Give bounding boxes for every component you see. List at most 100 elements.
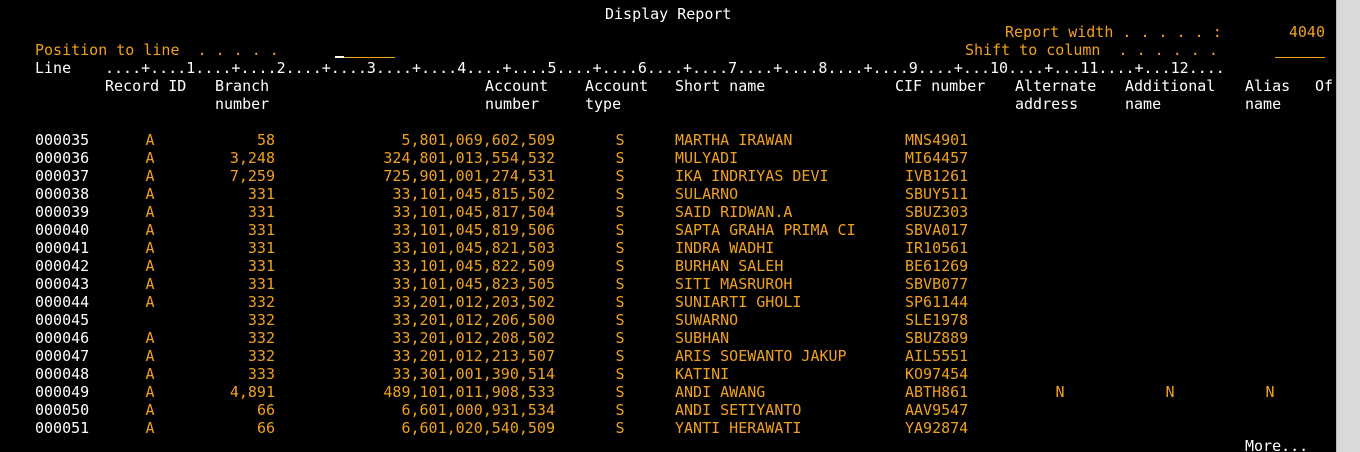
row-account-number: 5,801,069,602,509 xyxy=(401,131,555,149)
row-branch-number: 333 xyxy=(247,365,275,383)
row-short-name: SUWARNO xyxy=(675,311,739,329)
row-branch-number: 331 xyxy=(247,221,275,239)
table-row: 000037 A 7,259 725,901,001,274,531 S IKA INDR… xyxy=(0,167,1336,185)
row-short-name: BURHAN SALEH xyxy=(675,257,784,275)
row-account-type: S xyxy=(615,131,625,149)
row-cif-number: SLE1978 xyxy=(905,311,969,329)
row-line-number: 000050 xyxy=(35,401,90,419)
row-account-type: S xyxy=(615,401,625,419)
row-cif-number: AIL5551 xyxy=(905,347,969,365)
row-account-number: 33,201,012,206,500 xyxy=(392,311,555,329)
col-header-acctype-1: Account xyxy=(585,77,649,95)
col-header-additional-1: Additional xyxy=(1125,77,1216,95)
row-branch-number: 332 xyxy=(247,347,275,365)
row-account-number: 33,201,012,213,507 xyxy=(392,347,555,365)
row-record-id: A xyxy=(145,221,155,239)
table-row: 000041 A 331 33,101,045,821,503 S INDRA WADHI… xyxy=(0,239,1336,257)
row-account-number: 33,101,045,821,503 xyxy=(392,239,555,257)
row-account-number: 33,201,012,203,502 xyxy=(392,293,555,311)
row-line-number: 000041 xyxy=(35,239,90,257)
row-cif-number: AAV9547 xyxy=(905,401,969,419)
row-account-type: S xyxy=(615,347,625,365)
row-line-number: 000040 xyxy=(35,221,90,239)
row-record-id: A xyxy=(145,329,155,347)
more-indicator: More... xyxy=(1245,437,1309,452)
shift-input-underline xyxy=(1275,57,1325,58)
row-record-id: A xyxy=(145,131,155,149)
report-width-value: 4040 xyxy=(1288,23,1325,41)
row-record-id: A xyxy=(145,275,155,293)
row-short-name: SAPTA GRAHA PRIMA CI xyxy=(675,221,856,239)
row-account-number: 33,101,045,819,506 xyxy=(392,221,555,239)
row-branch-number: 331 xyxy=(247,185,275,203)
row-account-number: 324,801,013,554,532 xyxy=(383,149,555,167)
row-account-type: S xyxy=(615,419,625,437)
table-row: 000042 A 331 33,101,045,822,509 S BURHAN SALE… xyxy=(0,257,1336,275)
screen-title: Display Report xyxy=(605,5,732,23)
terminal-screen: Display Report Report width . . . . . : … xyxy=(0,0,1336,452)
row-cif-number: MI64457 xyxy=(905,149,969,167)
row-short-name: SUNIARTI GHOLI xyxy=(675,293,802,311)
row-cif-number: IR10561 xyxy=(905,239,969,257)
col-header-acctype-2: type xyxy=(585,95,622,113)
row-cif-number: SBVB077 xyxy=(905,275,969,293)
row-cif-number: SBUY511 xyxy=(905,185,969,203)
row-cif-number: SBUZ303 xyxy=(905,203,969,221)
table-row: 000035 A 58 5,801,069,602,509 S MARTHA IRAWAN… xyxy=(0,131,1336,149)
row-branch-number: 332 xyxy=(247,311,275,329)
row-account-type: S xyxy=(615,149,625,167)
row-record-id: A xyxy=(145,203,155,221)
table-row: 000038 A 331 33,101,045,815,502 S SULARNO SBUY… xyxy=(0,185,1336,203)
row-branch-number: 3,248 xyxy=(229,149,275,167)
row-record-id: A xyxy=(145,167,155,185)
table-row: 000046 A 332 33,201,012,208,502 S SUBHAN SBUZ8… xyxy=(0,329,1336,347)
col-header-alias-1: Alias xyxy=(1245,77,1291,95)
col-header-short-name: Short name xyxy=(675,77,766,95)
col-header-record-id: Record ID xyxy=(105,77,187,95)
row-short-name: ANDI SETIYANTO xyxy=(675,401,802,419)
table-row: 000036 A 3,248 324,801,013,554,532 S MULYADI M… xyxy=(0,149,1336,167)
row-cif-number: SP61144 xyxy=(905,293,969,311)
row-short-name: ARIS SOEWANTO JAKUP xyxy=(675,347,847,365)
row-branch-number: 66 xyxy=(256,419,275,437)
row-account-type: S xyxy=(615,185,625,203)
row-additional-name: N xyxy=(1165,383,1175,401)
row-branch-number: 4,891 xyxy=(229,383,275,401)
row-line-number: 000051 xyxy=(35,419,90,437)
row-account-type: S xyxy=(615,221,625,239)
row-short-name: MULYADI xyxy=(675,149,739,167)
row-record-id: A xyxy=(145,383,155,401)
vertical-scrollbar[interactable] xyxy=(1336,0,1360,452)
row-short-name: ANDI AWANG xyxy=(675,383,766,401)
table-row: 000050 A 66 6,601,000,931,534 S ANDI SETIYANT… xyxy=(0,401,1336,419)
col-header-additional-2: name xyxy=(1125,95,1162,113)
row-line-number: 000036 xyxy=(35,149,90,167)
row-branch-number: 332 xyxy=(247,293,275,311)
row-account-number: 33,301,001,390,514 xyxy=(392,365,555,383)
col-header-alias-2: name xyxy=(1245,95,1282,113)
row-branch-number: 66 xyxy=(256,401,275,419)
row-account-number: 6,601,000,931,534 xyxy=(401,401,555,419)
table-row: 000045 332 33,201,012,206,500 S SUWARNO SLE19… xyxy=(0,311,1336,329)
row-short-name: SITI MASRUROH xyxy=(675,275,793,293)
row-branch-number: 332 xyxy=(247,329,275,347)
text-cursor xyxy=(335,56,344,58)
row-short-name: KATINI xyxy=(675,365,730,383)
row-short-name: SAID RIDWAN.A xyxy=(675,203,793,221)
row-account-type: S xyxy=(615,383,625,401)
row-line-number: 000043 xyxy=(35,275,90,293)
col-header-account-2: number xyxy=(485,95,540,113)
report-width-label: Report width . . . . . : xyxy=(1005,23,1222,41)
table-row: 000040 A 331 33,101,045,819,506 S SAPTA GRAHA… xyxy=(0,221,1336,239)
row-account-number: 33,101,045,817,504 xyxy=(392,203,555,221)
row-alias-name: N xyxy=(1265,383,1275,401)
row-record-id: A xyxy=(145,347,155,365)
table-row: 000039 A 331 33,101,045,817,504 S SAID RIDWAN… xyxy=(0,203,1336,221)
row-line-number: 000037 xyxy=(35,167,90,185)
col-header-cif: CIF number xyxy=(895,77,986,95)
row-branch-number: 7,259 xyxy=(229,167,275,185)
column-ruler: ....+....1....+....2....+....3....+....4… xyxy=(105,59,1225,77)
row-branch-number: 331 xyxy=(247,257,275,275)
row-line-number: 000039 xyxy=(35,203,90,221)
row-account-type: S xyxy=(615,311,625,329)
